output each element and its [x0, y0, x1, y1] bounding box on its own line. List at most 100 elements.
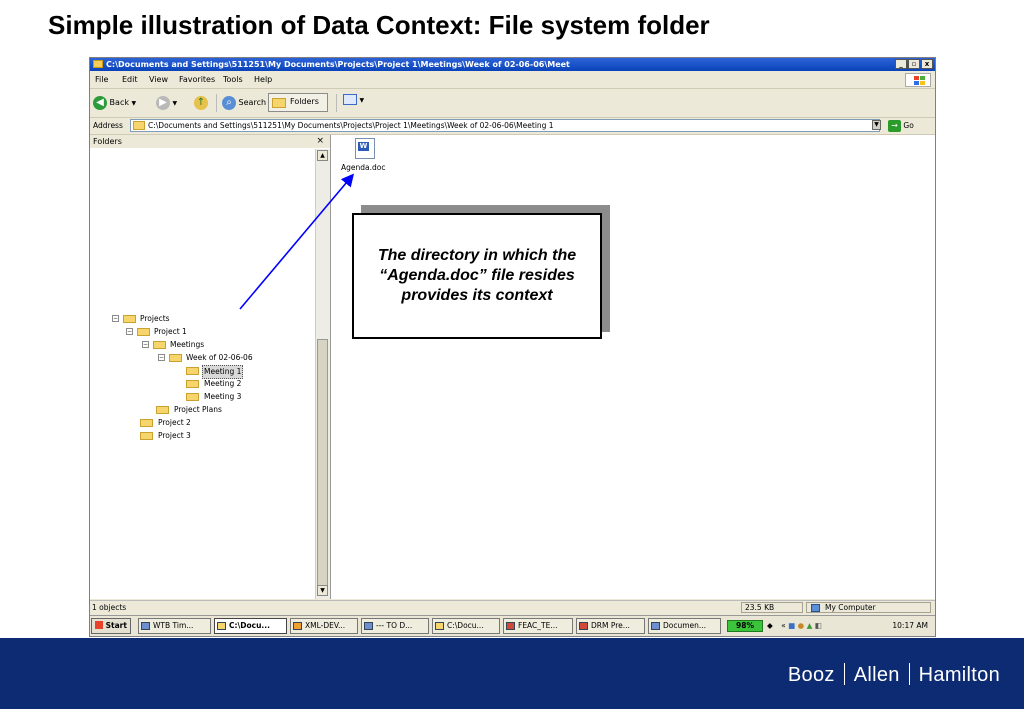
volume-icon[interactable]: ◧: [815, 621, 822, 630]
menu-bar: File Edit View Favorites Tools Help: [90, 72, 935, 89]
taskbar-button[interactable]: Documen...: [648, 618, 721, 634]
taskbar-label: --- TO D...: [376, 621, 413, 630]
folder-icon: [156, 406, 169, 414]
start-button[interactable]: Start: [91, 618, 131, 634]
address-label: Address: [93, 121, 123, 130]
brand-logo: Booz Allen Hamilton: [788, 663, 1000, 687]
tree-label: Project 3: [158, 431, 191, 440]
address-input[interactable]: C:\Documents and Settings\511251\My Docu…: [130, 119, 880, 132]
menu-help[interactable]: Help: [254, 72, 272, 88]
footer-band: Booz Allen Hamilton: [0, 638, 1024, 709]
menu-file[interactable]: File: [95, 72, 108, 88]
folder-icon: [186, 367, 199, 375]
taskbar: Start WTB Tim... C:\Docu... XML-DEV... -…: [90, 615, 935, 636]
shield-icon[interactable]: ▲: [807, 621, 813, 630]
taskbar-label: WTB Tim...: [153, 621, 194, 630]
folders-pane: Folders × ▲ ▼ − Projects − Project 1 − M…: [90, 135, 331, 599]
search-icon: ⌕: [222, 95, 236, 110]
forward-arrow-icon: ▶: [156, 95, 170, 110]
close-icon[interactable]: ×: [316, 135, 324, 148]
minimize-button[interactable]: _: [895, 59, 907, 69]
address-bar: Address C:\Documents and Settings\511251…: [90, 118, 935, 135]
folder-icon: [272, 98, 286, 108]
views-icon: [343, 94, 357, 105]
chevron-down-icon: ▼: [131, 100, 137, 107]
taskbar-button-active[interactable]: C:\Docu...: [214, 618, 287, 634]
scroll-thumb[interactable]: [317, 339, 328, 587]
status-size: 23.5 KB: [741, 602, 803, 613]
chevron-left-icon[interactable]: «: [781, 621, 786, 630]
address-dropdown-button[interactable]: ▼: [872, 120, 881, 130]
scrollbar[interactable]: ▲ ▼: [315, 149, 330, 599]
taskbar-button[interactable]: FEAC_TE...: [503, 618, 573, 634]
taskbar-button[interactable]: DRM Pre...: [576, 618, 645, 634]
folder-icon: [133, 121, 145, 130]
go-arrow-icon: →: [888, 120, 901, 132]
folder-icon: [217, 622, 226, 630]
tree-label: Meeting 2: [204, 379, 242, 388]
collapse-icon[interactable]: −: [126, 328, 133, 335]
up-arrow-icon: ↑: [194, 95, 208, 110]
taskbar-button[interactable]: --- TO D...: [361, 618, 429, 634]
clock[interactable]: 10:17 AM: [892, 618, 928, 634]
windows-logo-icon: [905, 73, 931, 87]
status-object-count: 1 objects: [92, 603, 127, 612]
network-icon[interactable]: ■: [788, 621, 795, 630]
folder-icon: [169, 354, 182, 362]
up-folder-button[interactable]: ↑: [194, 95, 208, 111]
taskbar-button[interactable]: C:\Docu...: [432, 618, 500, 634]
close-button[interactable]: x: [921, 59, 933, 69]
folder-icon: [435, 622, 444, 630]
maximize-button[interactable]: ▫: [908, 59, 920, 69]
users-icon[interactable]: ●: [798, 621, 805, 630]
brand-word: Hamilton: [918, 664, 1000, 686]
folder-icon: [137, 328, 150, 336]
taskbar-label: Documen...: [663, 621, 707, 630]
go-button[interactable]: → Go: [888, 119, 914, 133]
computer-icon: [811, 604, 820, 612]
word-document-icon: W: [355, 138, 375, 159]
taskbar-label: C:\Docu...: [229, 621, 270, 630]
window-titlebar[interactable]: C:\Documents and Settings\511251\My Docu…: [90, 58, 935, 71]
folders-button[interactable]: Folders: [268, 93, 328, 112]
go-label: Go: [903, 121, 914, 130]
menu-favorites[interactable]: Favorites: [179, 72, 215, 88]
menu-edit[interactable]: Edit: [122, 72, 138, 88]
power-plug-icon[interactable]: ◆: [767, 621, 773, 630]
address-value: C:\Documents and Settings\511251\My Docu…: [148, 121, 554, 130]
start-label: Start: [105, 621, 127, 630]
back-button[interactable]: ◀ Back ▼: [93, 95, 136, 111]
taskbar-button[interactable]: WTB Tim...: [138, 618, 211, 634]
folders-label: Folders: [290, 97, 319, 106]
forward-button[interactable]: ▶ ▼: [156, 95, 177, 111]
toolbar: ◀ Back ▼ ▶ ▼ ↑ ⌕ Search Folders ▼: [90, 89, 935, 118]
views-button[interactable]: ▼: [343, 94, 371, 111]
windows-logo-icon: [95, 621, 103, 629]
tree-label: Week of 02-06-06: [186, 353, 253, 362]
system-tray: 98% ◆ « ■ ● ▲ ◧ 10:17 AM: [727, 618, 932, 634]
collapse-icon[interactable]: −: [158, 354, 165, 361]
window-title: C:\Documents and Settings\511251\My Docu…: [106, 60, 570, 69]
taskbar-label: DRM Pre...: [591, 621, 630, 630]
tree-label: Meetings: [170, 340, 205, 349]
chevron-down-icon: ▼: [172, 100, 178, 107]
slide-title: Simple illustration of Data Context: Fil…: [48, 10, 710, 40]
folder-icon: [186, 380, 199, 388]
taskbar-button[interactable]: XML-DEV...: [290, 618, 358, 634]
battery-indicator[interactable]: 98%: [727, 620, 763, 632]
brand-word: Booz: [787, 664, 835, 686]
collapse-icon[interactable]: −: [112, 315, 119, 322]
menu-tools[interactable]: Tools: [223, 72, 243, 88]
taskbar-label: XML-DEV...: [305, 621, 346, 630]
tree-label: Project 1: [154, 327, 187, 336]
collapse-icon[interactable]: −: [142, 341, 149, 348]
scroll-down-arrow-icon[interactable]: ▼: [317, 585, 328, 596]
scroll-up-arrow-icon[interactable]: ▲: [317, 150, 328, 161]
menu-view[interactable]: View: [149, 72, 168, 88]
tree-label: Project Plans: [174, 405, 222, 414]
search-button[interactable]: ⌕ Search: [222, 95, 266, 111]
status-zone: My Computer: [806, 602, 931, 613]
taskbar-label: C:\Docu...: [447, 621, 484, 630]
callout-box: The directory in which the “Agenda.doc” …: [352, 213, 602, 339]
tree-label-selected: Meeting 1: [202, 365, 244, 379]
